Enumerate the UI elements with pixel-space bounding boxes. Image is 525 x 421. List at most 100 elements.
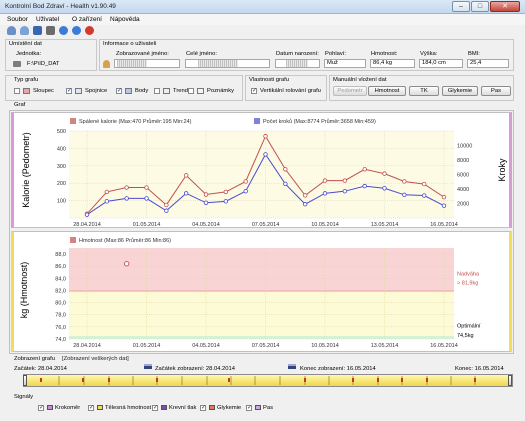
data-location-heading: Umístění dat	[9, 41, 42, 47]
glykemie-color-icon	[209, 405, 215, 410]
pas-checkbox[interactable]	[246, 404, 252, 411]
zone-band	[69, 335, 454, 339]
data-point	[362, 167, 367, 172]
hmotnost-button[interactable]: Hmotnost	[368, 86, 406, 96]
timeline-slider[interactable]	[23, 374, 513, 387]
display-name-redacted	[117, 60, 147, 67]
save-icon[interactable]	[33, 26, 42, 35]
y-tick-label: 500	[57, 129, 66, 135]
display-name-field[interactable]	[114, 59, 180, 68]
x-tick-label: 16.05.2014	[430, 343, 458, 349]
y-tick-label: 78,0	[55, 313, 66, 319]
weight-chart[interactable]: kg (Hmotnost) 74,0 76,0 78,0 80,0 82,0 84,0 86…	[11, 231, 512, 352]
menu-soubor[interactable]: Soubor	[7, 16, 28, 23]
data-point	[104, 199, 110, 204]
krokomer-checkbox[interactable]	[38, 404, 44, 411]
minimize-button[interactable]: –	[452, 1, 470, 12]
glykemie-signal: Glykemie	[209, 405, 241, 411]
timeline-data-marker	[401, 378, 403, 382]
graph-type-heading: Typ grafu	[14, 77, 39, 83]
legend-label: Počet kroků (Max:8774 Průměr:3658 Min:45…	[263, 118, 376, 125]
krevni-tlak-signal: Krevní tlak	[161, 405, 196, 411]
body-label: Body	[135, 88, 149, 94]
trend-checkbox[interactable]	[154, 88, 160, 94]
sloupec-checkbox[interactable]	[14, 88, 20, 94]
data-point	[342, 188, 348, 194]
poznamky-checkbox[interactable]	[188, 88, 194, 94]
x-tick-label: 10.05.2014	[311, 222, 339, 228]
glykemie-label: Glykemie	[217, 405, 242, 412]
krevni-tlak-color-icon	[161, 405, 167, 410]
body-checkbox[interactable]	[116, 87, 122, 94]
pedometr-button[interactable]: Pedometr	[333, 86, 367, 96]
height-field[interactable]: 184,0 cm	[419, 59, 463, 68]
maximize-button[interactable]: □	[471, 1, 489, 12]
weight-chart-svg: 74,0 76,0 78,0 80,0 82,0 84,0 86,0 88,0 28.04.20…	[55, 237, 481, 349]
birth-date-field[interactable]	[275, 59, 320, 68]
x-tick-label: 13.05.2014	[371, 222, 399, 228]
user-icon[interactable]	[7, 26, 16, 35]
data-point	[223, 199, 229, 204]
weight-field[interactable]: 86,4 kg	[370, 59, 415, 68]
view-start-marker-icon	[144, 364, 152, 369]
pas-button[interactable]: Pas	[481, 86, 511, 96]
view-start-label: Začátek zobrazení: 28.04.2014	[155, 366, 235, 372]
sex-field[interactable]: Muž	[324, 59, 366, 68]
data-point	[144, 185, 149, 190]
help-icon[interactable]	[72, 26, 81, 35]
pedometer-chart[interactable]: Kalorie (Pedometr) Kroky 100 200 300 400 500…	[11, 112, 512, 228]
zone-band	[69, 248, 454, 292]
vertical-scroll-checkbox[interactable]	[251, 87, 257, 94]
data-point	[104, 189, 110, 195]
tk-button[interactable]: TK	[409, 86, 439, 96]
data-point	[183, 191, 189, 196]
krokomer-color-icon	[47, 405, 53, 410]
full-name-field[interactable]	[185, 59, 270, 68]
display-name-label: Zobrazované jméno:	[116, 51, 169, 57]
x-tick-label: 28.04.2014	[73, 222, 101, 228]
birth-date-redacted	[286, 60, 308, 67]
glykemie-checkbox[interactable]	[200, 404, 206, 411]
all-data-link[interactable]: [Zobrazení veškerých dat]	[62, 356, 129, 362]
y-tick-label: 88,0	[55, 252, 66, 258]
x-tick-label: 13.05.2014	[371, 343, 399, 349]
data-point	[283, 167, 288, 172]
bmi-label: BMI:	[468, 51, 480, 57]
close-button[interactable]: ✕	[490, 1, 520, 12]
data-point	[183, 173, 189, 178]
user-avatar-icon	[103, 60, 110, 68]
telesna-hmotnost-checkbox[interactable]	[88, 404, 94, 411]
users-icon[interactable]	[20, 26, 29, 35]
data-point	[263, 152, 268, 157]
y-tick-label: 80,0	[55, 301, 66, 307]
stop-icon[interactable]	[85, 26, 94, 35]
device-icon[interactable]	[46, 26, 55, 35]
menu-zarizeni[interactable]: O zařízení	[72, 16, 102, 23]
data-point	[203, 200, 209, 205]
timeline-data-marker	[426, 378, 428, 382]
timeline-data-marker	[352, 378, 354, 382]
data-point	[441, 194, 447, 200]
graph-heading: Graf	[14, 102, 26, 108]
info-icon[interactable]	[59, 26, 68, 35]
menu-napoveda[interactable]: Nápověda	[110, 16, 140, 23]
menu-uzivatel[interactable]: Uživatel	[36, 16, 59, 23]
x-tick-label: 04.05.2014	[192, 222, 220, 228]
title-bar[interactable]: Kontrolní Bod Zdraví - Health v1.90.49 –…	[0, 0, 525, 14]
krokomer-signal: Krokoměr	[47, 405, 80, 411]
x-tick-label: 28.04.2014	[73, 343, 101, 349]
spojnice-checkbox[interactable]	[66, 87, 72, 94]
app-window: Kontrolní Bod Zdraví - Health v1.90.49 –…	[0, 0, 525, 421]
krevni-tlak-checkbox[interactable]	[152, 404, 158, 411]
x-tick-label: 04.05.2014	[192, 343, 220, 349]
pas-label: Pas	[263, 405, 273, 412]
timeline-end-handle[interactable]	[508, 375, 512, 386]
data-point	[302, 193, 308, 198]
data-point	[342, 178, 348, 183]
glykemie-button[interactable]: Glykemie	[442, 86, 478, 96]
plot-background	[69, 131, 454, 218]
birth-date-label: Datum narození:	[276, 51, 319, 57]
x-tick-label: 07.05.2014	[252, 222, 280, 228]
bmi-field[interactable]: 25,4	[467, 59, 509, 68]
data-point	[421, 181, 427, 187]
